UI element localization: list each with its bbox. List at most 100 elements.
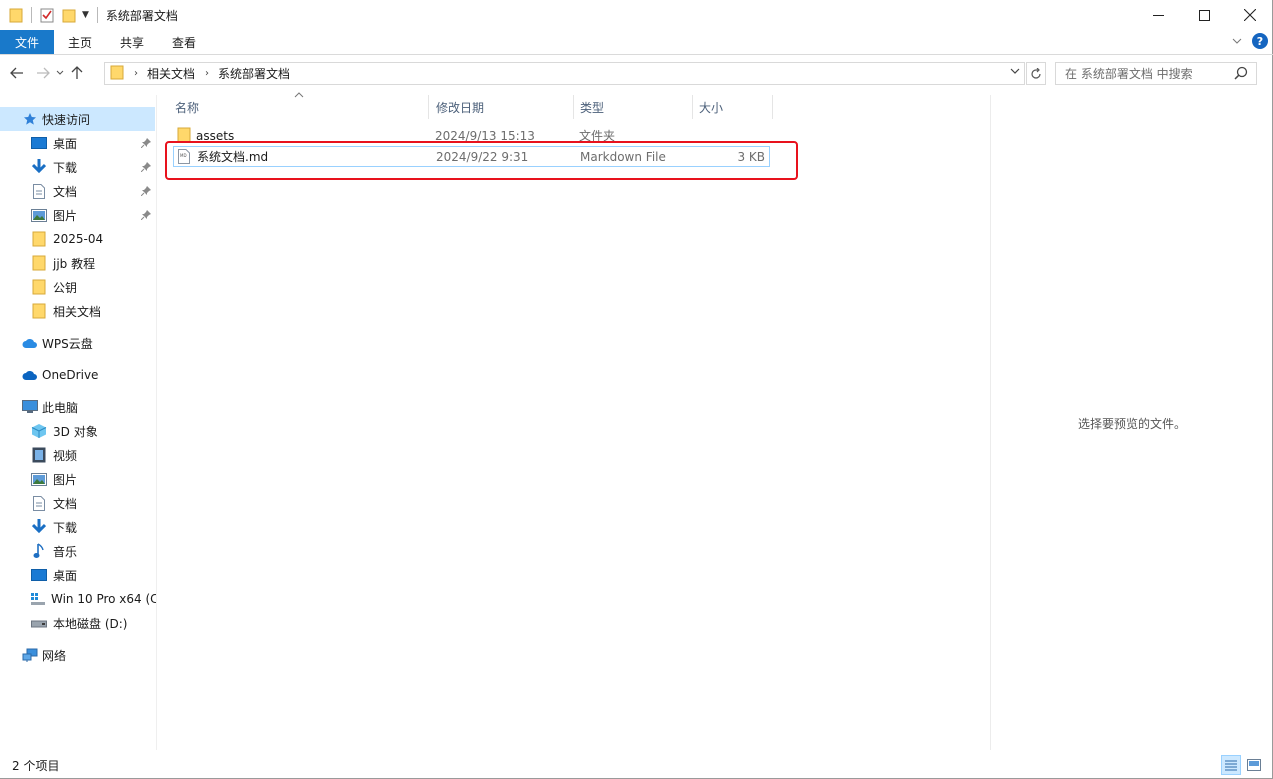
download-icon [30, 159, 48, 175]
window-controls [1135, 0, 1273, 30]
3d-objects-icon [30, 423, 48, 439]
sidebar-item-pictures[interactable]: 图片 [0, 203, 155, 227]
details-view-button[interactable] [1221, 755, 1241, 775]
column-header-size[interactable]: 大小 [681, 95, 773, 119]
toolbar-divider [31, 7, 32, 23]
maximize-icon [1198, 9, 1210, 21]
minimize-icon [1152, 14, 1164, 16]
column-header-date-modified[interactable]: 修改日期 [418, 95, 563, 119]
sidebar-item-label: 桌面 [53, 568, 78, 583]
document-icon [30, 183, 48, 199]
sidebar-item-drive-d[interactable]: 本地磁盘 (D:) [0, 611, 155, 635]
address-history-chevron-icon[interactable] [1010, 67, 1020, 78]
search-input[interactable] [1056, 63, 1226, 84]
breadcrumb-item[interactable]: 相关文档 [147, 65, 195, 82]
sidebar-item-desktop[interactable]: 桌面 [0, 131, 155, 155]
file-list: 名称 修改日期 类型 大小 assets 2024/9/13 15:13 文件夹… [157, 92, 990, 750]
minimize-button[interactable] [1135, 0, 1181, 30]
details-view-icon [1225, 760, 1237, 771]
star-icon [22, 111, 38, 127]
sidebar-item-documents-pc[interactable]: 文档 [0, 491, 155, 515]
address-bar[interactable]: › 相关文档 › 系统部署文档 [104, 62, 1025, 85]
column-header-name[interactable]: 名称 [157, 95, 429, 119]
onedrive-cloud-icon [22, 367, 38, 383]
breadcrumb[interactable]: 相关文档 › 系统部署文档 [147, 65, 290, 82]
close-button[interactable] [1227, 0, 1273, 30]
sidebar-item-label: 网络 [42, 648, 67, 663]
sidebar-item-label: 文档 [53, 496, 78, 511]
sidebar-item-music[interactable]: 音乐 [0, 539, 155, 563]
breadcrumb-item[interactable]: 系统部署文档 [218, 65, 290, 82]
computer-icon [22, 399, 38, 415]
tab-view[interactable]: 查看 [158, 30, 210, 54]
sidebar-item-label: 3D 对象 [53, 424, 98, 439]
sidebar-item-label: jjb 教程 [53, 256, 96, 271]
expand-ribbon-chevron-icon[interactable] [1232, 34, 1242, 48]
up-arrow-icon[interactable] [66, 62, 88, 84]
sidebar-item-downloads-pc[interactable]: 下载 [0, 515, 155, 539]
sidebar-item-folder-jjb[interactable]: jjb 教程 [0, 251, 155, 275]
tab-share[interactable]: 共享 [106, 30, 158, 54]
sidebar-item-quick-access[interactable]: 快速访问 [0, 107, 155, 131]
customize-toolbar-chevron-icon[interactable]: ▼ [82, 10, 89, 20]
ribbon-right-controls: ? [1232, 33, 1268, 49]
sidebar-item-this-pc[interactable]: 此电脑 [0, 395, 155, 419]
sidebar-item-label: 相关文档 [53, 304, 102, 319]
pin-icon[interactable] [140, 185, 151, 199]
sidebar-item-label: 下载 [53, 160, 78, 175]
drive-icon [30, 615, 48, 631]
search-icon[interactable] [1234, 66, 1248, 83]
column-header-type[interactable]: 类型 [562, 95, 682, 119]
recent-locations-chevron-icon[interactable] [54, 62, 66, 84]
sidebar-item-label: OneDrive [42, 368, 99, 382]
refresh-icon [1031, 67, 1041, 79]
sidebar-item-desktop-pc[interactable]: 桌面 [0, 563, 155, 587]
sidebar-item-onedrive[interactable]: OneDrive [0, 363, 155, 387]
sidebar-item-documents[interactable]: 文档 [0, 179, 155, 203]
sidebar-item-label: 2025-04 [53, 232, 104, 246]
refresh-button[interactable] [1026, 62, 1046, 85]
pin-icon[interactable] [140, 137, 151, 151]
window-title: 系统部署文档 [105, 8, 178, 23]
search-box[interactable] [1055, 62, 1257, 85]
item-count: 2 个项目 [12, 758, 60, 773]
cloud-icon [22, 335, 38, 351]
pin-icon[interactable] [140, 161, 151, 175]
new-folder-icon[interactable] [60, 6, 78, 24]
sidebar-item-downloads[interactable]: 下载 [0, 155, 155, 179]
help-icon[interactable]: ? [1252, 33, 1268, 49]
breadcrumb-separator[interactable]: › [130, 68, 147, 79]
sidebar-item-wps-cloud[interactable]: WPS云盘 [0, 331, 155, 355]
pin-icon[interactable] [140, 209, 151, 223]
sidebar-item-videos[interactable]: 视频 [0, 443, 155, 467]
sidebar-item-label: 图片 [53, 208, 78, 223]
tab-home[interactable]: 主页 [54, 30, 106, 54]
column-divider[interactable] [772, 95, 773, 119]
music-icon [30, 543, 48, 559]
sidebar-item-label: 本地磁盘 (D:) [53, 616, 128, 631]
video-icon [30, 447, 48, 463]
sidebar-item-folder-2025-04[interactable]: 2025-04 [0, 227, 155, 251]
folder-icon[interactable] [7, 6, 25, 24]
folder-icon [30, 303, 48, 319]
maximize-button[interactable] [1181, 0, 1227, 30]
large-icons-view-button[interactable] [1244, 755, 1264, 775]
back-arrow-icon[interactable] [6, 62, 28, 84]
sidebar-item-network[interactable]: 网络 [0, 643, 155, 667]
chevron-right-icon[interactable]: › [205, 68, 209, 79]
forward-arrow-icon[interactable] [32, 62, 54, 84]
sidebar-item-label: 快速访问 [42, 112, 91, 127]
sidebar-item-drive-c[interactable]: Win 10 Pro x64 (C [0, 587, 156, 611]
folder-icon [30, 231, 48, 247]
sidebar-item-folder-public-key[interactable]: 公钥 [0, 275, 155, 299]
sidebar-item-pictures-pc[interactable]: 图片 [0, 467, 155, 491]
title-bar: ▼ 系统部署文档 [0, 0, 1273, 30]
preview-pane: 选择要预览的文件。 [990, 95, 1272, 750]
sidebar-item-3d-objects[interactable]: 3D 对象 [0, 419, 155, 443]
sidebar-item-folder-related-docs[interactable]: 相关文档 [0, 299, 155, 323]
tab-file[interactable]: 文件 [0, 30, 54, 54]
preview-message: 选择要预览的文件。 [1077, 417, 1186, 431]
sidebar-item-label: 图片 [53, 472, 78, 487]
properties-icon[interactable] [38, 6, 56, 24]
folder-icon [30, 255, 48, 271]
